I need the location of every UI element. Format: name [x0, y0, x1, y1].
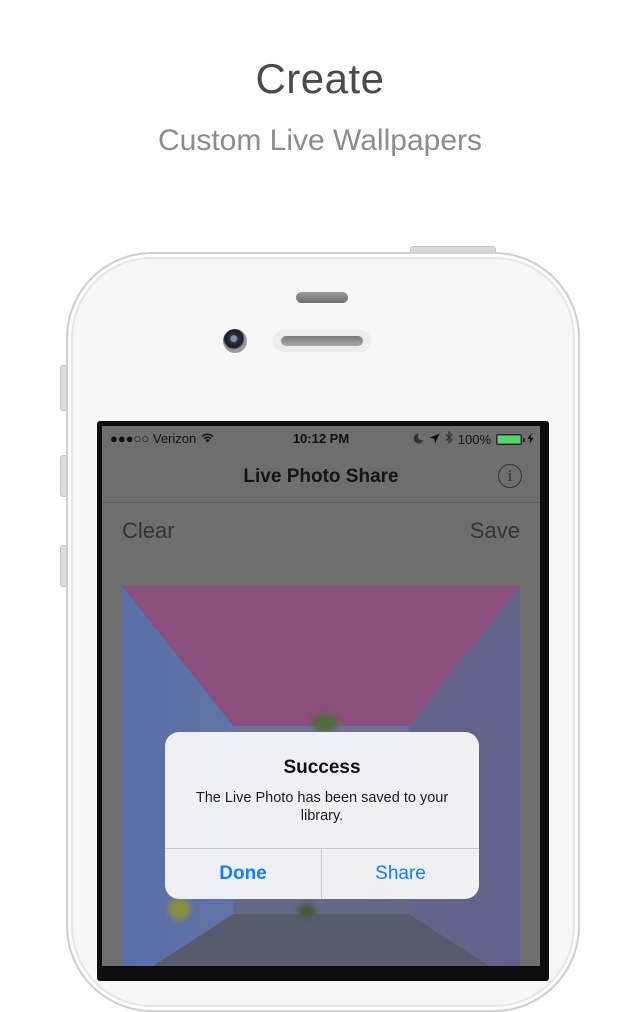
- location-arrow-icon: [429, 432, 440, 447]
- earpiece-speaker: [273, 330, 371, 352]
- front-camera-icon: [223, 329, 247, 353]
- battery-percent: 100%: [457, 431, 491, 447]
- charging-bolt-icon: [527, 432, 534, 447]
- done-button[interactable]: Done: [165, 848, 321, 899]
- nav-title: Live Photo Share: [243, 466, 399, 487]
- bluetooth-icon: [445, 430, 453, 447]
- navigation-bar: Live Photo Share i: [102, 452, 540, 503]
- moon-icon: [413, 432, 424, 447]
- page-subheadline: Custom Live Wallpapers: [157, 124, 482, 157]
- share-button[interactable]: Share: [322, 848, 479, 899]
- page-headline: Create: [255, 55, 385, 102]
- proximity-sensor: [296, 292, 348, 303]
- alert-title: Success: [283, 757, 361, 778]
- status-bar: ●●●○○ Verizon 10:12 PM 100%: [102, 426, 540, 452]
- alert-message: The Live Photo has been saved to your li…: [195, 790, 449, 824]
- battery-icon: [496, 433, 525, 445]
- clear-button[interactable]: Clear: [122, 518, 175, 544]
- save-button[interactable]: Save: [470, 518, 520, 544]
- success-alert: Success The Live Photo has been saved to…: [165, 732, 479, 899]
- info-icon[interactable]: i: [498, 464, 522, 488]
